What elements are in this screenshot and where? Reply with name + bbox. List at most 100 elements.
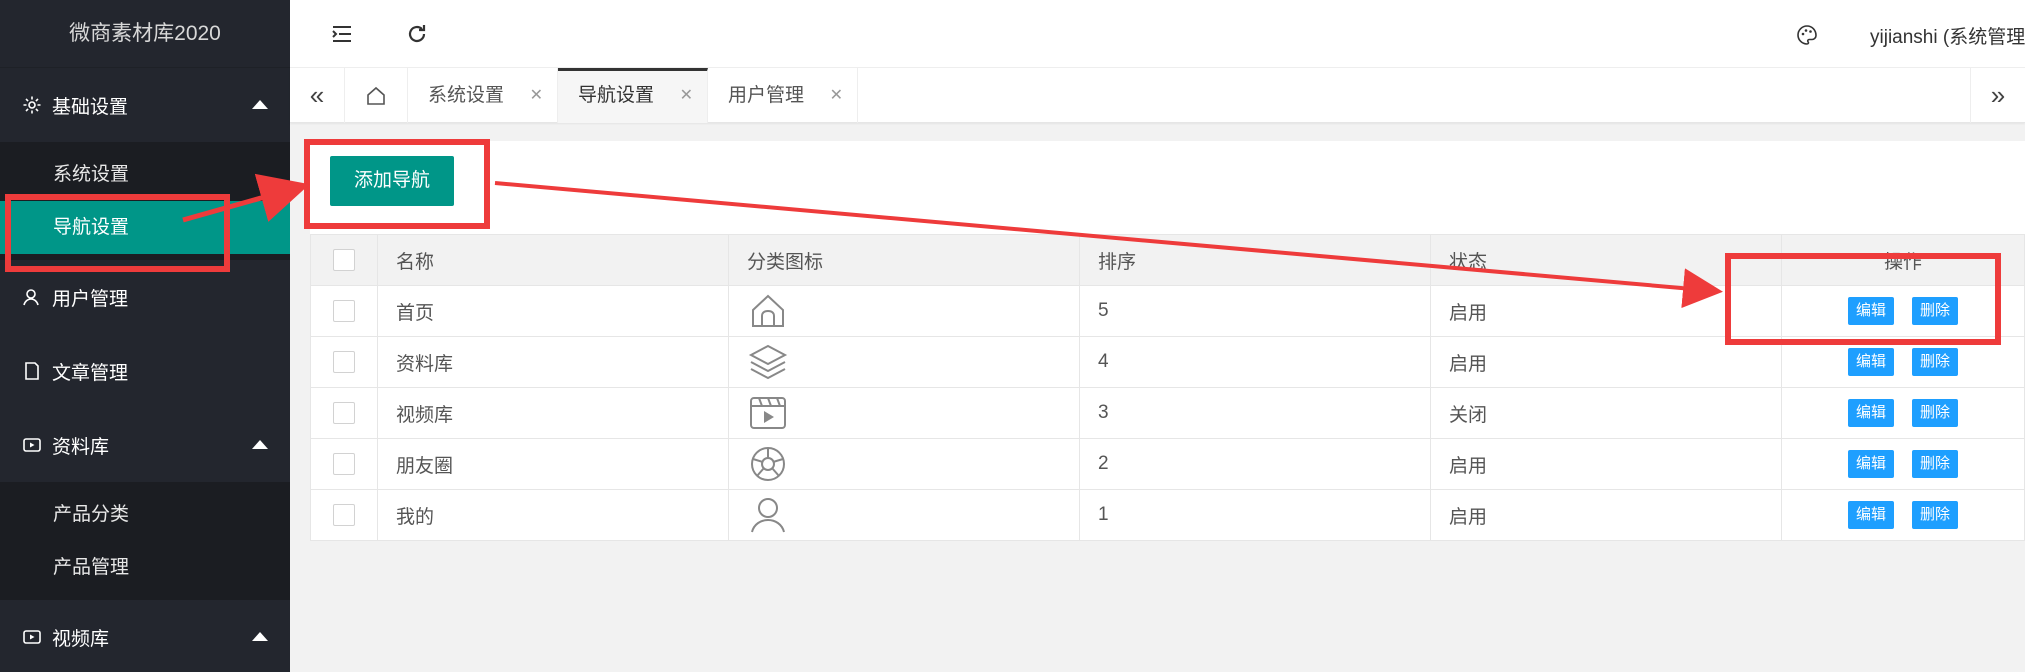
tab-label: 系统设置 — [428, 85, 505, 106]
cell-order: 1 — [1079, 489, 1431, 541]
sidebar-group-library[interactable]: 资料库 — [0, 408, 290, 482]
aperture-icon — [747, 443, 789, 485]
gear-icon — [22, 95, 42, 115]
document-icon — [22, 361, 42, 381]
row-checkbox[interactable] — [310, 285, 378, 337]
sidebar-item-nav-settings[interactable]: 导航设置 — [0, 201, 290, 254]
col-status[interactable]: 状态 — [1430, 234, 1782, 286]
edit-button[interactable]: 编辑 — [1848, 297, 1894, 325]
theme-palette-icon[interactable] — [1796, 24, 1818, 46]
cell-name: 首页 — [377, 285, 729, 337]
delete-button[interactable]: 删除 — [1912, 501, 1958, 529]
person-icon — [747, 494, 789, 536]
sidebar-group-basic-settings[interactable]: 基础设置 — [0, 68, 290, 142]
caret-up-icon — [252, 632, 268, 641]
cell-order: 3 — [1079, 387, 1431, 439]
refresh-icon[interactable] — [405, 22, 429, 46]
cell-actions: 编辑 删除 — [1781, 489, 2025, 541]
video-icon — [747, 392, 789, 434]
tab-bar: « 系统设置 ✕ 导航设置 ✕ 用户管理 ✕ » — [290, 68, 2025, 123]
cell-actions: 编辑 删除 — [1781, 438, 2025, 490]
close-icon[interactable]: ✕ — [530, 68, 543, 123]
cell-actions: 编辑 删除 — [1781, 387, 2025, 439]
caret-up-icon — [252, 100, 268, 109]
edit-button[interactable]: 编辑 — [1848, 348, 1894, 376]
delete-button[interactable]: 删除 — [1912, 399, 1958, 427]
media-icon — [22, 435, 42, 455]
caret-up-icon — [252, 440, 268, 449]
table-row: 朋友圈 2 启用 编辑 删除 — [310, 438, 2025, 490]
sidebar-item-product-management[interactable]: 产品管理 — [0, 541, 290, 594]
cell-icon — [728, 285, 1080, 337]
cell-order: 2 — [1079, 438, 1431, 490]
cell-icon — [728, 489, 1080, 541]
cell-name: 朋友圈 — [377, 438, 729, 490]
sidebar-item-product-category[interactable]: 产品分类 — [0, 488, 290, 541]
cell-name: 资料库 — [377, 336, 729, 388]
edit-button[interactable]: 编辑 — [1848, 501, 1894, 529]
col-name[interactable]: 名称 — [377, 234, 729, 286]
select-all-checkbox[interactable] — [310, 234, 378, 286]
edit-button[interactable]: 编辑 — [1848, 450, 1894, 478]
col-icon[interactable]: 分类图标 — [728, 234, 1080, 286]
sidebar-group-label: 视频库 — [52, 628, 110, 650]
sidebar-submenu-basic: 系统设置 导航设置 — [0, 142, 290, 260]
cell-status: 启用 — [1430, 489, 1782, 541]
table-header-row: 名称 分类图标 排序 状态 操作 — [310, 234, 2025, 286]
col-actions: 操作 — [1781, 234, 2025, 286]
row-checkbox[interactable] — [310, 387, 378, 439]
cell-status: 启用 — [1430, 285, 1782, 337]
sidebar-group-label: 资料库 — [52, 436, 110, 458]
sidebar-group-user-management[interactable]: 用户管理 — [0, 260, 290, 334]
tab-scroll-left-icon[interactable]: « — [290, 68, 345, 123]
close-icon[interactable]: ✕ — [680, 71, 693, 120]
table-row: 首页 5 启用 编辑 删除 — [310, 285, 2025, 337]
layers-icon — [747, 341, 789, 383]
sidebar-group-label: 基础设置 — [52, 96, 129, 118]
tab-scroll-right-icon[interactable]: » — [1970, 68, 2025, 123]
tab-nav-settings[interactable]: 导航设置 ✕ — [558, 68, 708, 123]
sidebar-group-article-management[interactable]: 文章管理 — [0, 334, 290, 408]
sidebar-group-video-library[interactable]: 视频库 — [0, 600, 290, 672]
row-checkbox[interactable] — [310, 489, 378, 541]
cell-status: 启用 — [1430, 336, 1782, 388]
home-icon[interactable] — [345, 68, 408, 123]
app-logo: 微商素材库2020 — [0, 0, 290, 68]
delete-button[interactable]: 删除 — [1912, 450, 1958, 478]
sidebar-group-label: 用户管理 — [52, 288, 129, 310]
table-row: 视频库 3 关闭 编辑 删除 — [310, 387, 2025, 439]
delete-button[interactable]: 删除 — [1912, 297, 1958, 325]
tab-system-settings[interactable]: 系统设置 ✕ — [408, 68, 558, 123]
col-order[interactable]: 排序 — [1079, 234, 1431, 286]
home-icon — [747, 290, 789, 332]
top-header: yijianshi (系统管理 — [290, 0, 2025, 68]
row-checkbox[interactable] — [310, 336, 378, 388]
tab-label: 导航设置 — [578, 85, 655, 106]
sidebar-submenu-library: 产品分类 产品管理 — [0, 482, 290, 600]
cell-status: 启用 — [1430, 438, 1782, 490]
cell-icon — [728, 387, 1080, 439]
add-nav-button[interactable]: 添加导航 — [330, 156, 454, 206]
table-row: 我的 1 启用 编辑 删除 — [310, 489, 2025, 541]
sidebar-item-system-settings[interactable]: 系统设置 — [0, 148, 290, 201]
sidebar: 微商素材库2020 基础设置 系统设置 导航设置 用户管理 文章管理 资料库 产… — [0, 0, 290, 672]
edit-button[interactable]: 编辑 — [1848, 399, 1894, 427]
close-icon[interactable]: ✕ — [830, 68, 843, 123]
content-card: 添加导航 名称 分类图标 排序 状态 操作 首页 5 启用 编辑 删除 资料库 … — [310, 141, 2025, 541]
table-row: 资料库 4 启用 编辑 删除 — [310, 336, 2025, 388]
cell-actions: 编辑 删除 — [1781, 336, 2025, 388]
nav-table: 名称 分类图标 排序 状态 操作 首页 5 启用 编辑 删除 资料库 4 启用 … — [310, 234, 2025, 541]
delete-button[interactable]: 删除 — [1912, 348, 1958, 376]
cell-name: 视频库 — [377, 387, 729, 439]
cell-icon — [728, 438, 1080, 490]
menu-toggle-icon[interactable] — [330, 22, 354, 46]
user-menu[interactable]: yijianshi (系统管理 — [1870, 22, 2025, 49]
row-checkbox[interactable] — [310, 438, 378, 490]
tab-user-management[interactable]: 用户管理 ✕ — [708, 68, 858, 123]
cell-name: 我的 — [377, 489, 729, 541]
media-icon — [22, 627, 42, 647]
cell-order: 5 — [1079, 285, 1431, 337]
user-icon — [22, 287, 42, 307]
sidebar-group-label: 文章管理 — [52, 362, 129, 384]
tab-label: 用户管理 — [728, 85, 805, 106]
